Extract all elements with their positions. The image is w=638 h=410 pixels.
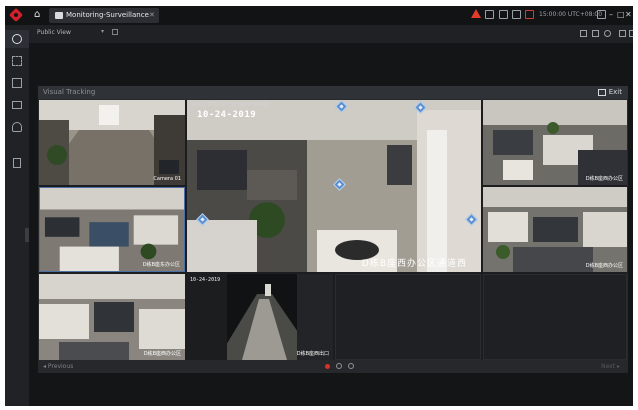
close-tab-icon[interactable]: ✕	[149, 10, 155, 21]
camera-osd: D栋B座西出口	[296, 351, 329, 357]
sidebar	[5, 25, 29, 406]
popout-icon[interactable]	[629, 30, 633, 37]
panel-title: Visual Tracking	[43, 88, 96, 96]
capture-icon[interactable]	[336, 363, 342, 369]
camera-grid: Camera 01 West Office Corridor West 10-2…	[39, 100, 627, 360]
person-icon	[12, 122, 22, 132]
camera-tile[interactable]: D栋B座西办公区	[39, 274, 185, 360]
task-icon[interactable]	[512, 10, 521, 19]
view-selector[interactable]: Public View	[37, 29, 71, 37]
camera-name: West Office Corridor West	[191, 101, 269, 108]
sidebar-item-device[interactable]	[5, 154, 29, 172]
visual-tracking-panel: Visual Tracking Exit Camera 01 West Offi…	[38, 86, 628, 373]
top-bar: ⌂ Monitoring-Surveillance ✕ 15:00:00 UTC…	[5, 6, 633, 25]
sidebar-item-person[interactable]	[5, 118, 29, 136]
screenshot-icon[interactable]	[592, 30, 599, 37]
next-label: Next	[601, 363, 616, 370]
camera-tile-selected[interactable]: D栋B座东办公区	[39, 187, 185, 272]
logo-icon[interactable]	[8, 7, 24, 23]
previous-button[interactable]: ◂ Previous	[43, 363, 73, 371]
exit-icon	[597, 88, 606, 96]
next-button[interactable]: Next ▸	[601, 363, 620, 371]
empty-camera-slot[interactable]	[335, 274, 481, 360]
lock-icon[interactable]	[597, 10, 606, 19]
sidebar-item-display[interactable]	[5, 96, 29, 114]
sidebar-item-monitoring[interactable]	[5, 30, 29, 48]
clock: 15:00:00 UTC+08:00	[539, 11, 603, 18]
camera-osd: D栋B座西办公区	[143, 351, 181, 357]
visual-tracking-footer: ◂ Previous Next ▸	[38, 360, 628, 373]
camera-timestamp: 10-24-2019	[197, 110, 257, 120]
empty-camera-slot[interactable]	[483, 274, 627, 360]
target-icon	[12, 56, 22, 66]
exit-button[interactable]: Exit	[597, 88, 622, 97]
camera-tile[interactable]: D栋B座西办公区	[483, 100, 627, 185]
camera-osd: D栋B座东办公区	[142, 262, 180, 268]
sidebar-item-layout[interactable]	[5, 74, 29, 92]
visual-tracking-header: Visual Tracking Exit	[38, 86, 628, 99]
window-division-icon[interactable]	[580, 30, 587, 37]
tab-monitoring-surveillance[interactable]: Monitoring-Surveillance ✕	[49, 8, 159, 23]
fullscreen-icon[interactable]	[619, 30, 626, 37]
live-view-area: Visual Tracking Exit Camera 01 West Offi…	[29, 43, 633, 406]
sidebar-item-target[interactable]	[5, 52, 29, 70]
tab-label: Monitoring-Surveillance	[66, 11, 149, 19]
camera-osd: Camera 01	[153, 176, 181, 182]
view-toolbar: Public View ▾	[29, 25, 633, 43]
camera-timestamp: 10-24-2019	[190, 277, 221, 283]
globe-icon	[12, 34, 22, 44]
close-icon[interactable]: ✕	[625, 9, 632, 20]
view-options-icon[interactable]	[112, 29, 118, 35]
minimize-icon[interactable]: –	[609, 9, 613, 20]
record-icon[interactable]	[325, 364, 330, 369]
notification-icon[interactable]	[485, 10, 494, 19]
record-icon[interactable]	[525, 10, 534, 19]
device-icon	[13, 158, 21, 168]
camera-osd: D栋B座西办公区通道西	[361, 259, 467, 269]
view-icon[interactable]	[348, 363, 354, 369]
settings-icon[interactable]	[604, 30, 611, 37]
camera-tile[interactable]: Camera 01	[39, 100, 185, 185]
alarm-icon[interactable]	[471, 9, 481, 19]
maximize-icon[interactable]: □	[617, 9, 625, 20]
layout-icon	[12, 78, 22, 88]
chevron-down-icon[interactable]: ▾	[101, 28, 104, 36]
home-icon[interactable]: ⌂	[34, 10, 40, 20]
app-window: ⌂ Monitoring-Surveillance ✕ 15:00:00 UTC…	[5, 6, 633, 406]
main-tracking-camera[interactable]: West Office Corridor West 10-24-2019 D栋B…	[187, 100, 481, 272]
previous-label: Previous	[47, 363, 74, 370]
camera-tile[interactable]: 10-24-2019 D栋B座西出口	[187, 274, 333, 360]
exit-label: Exit	[608, 88, 622, 96]
download-icon[interactable]	[499, 10, 508, 19]
camera-osd: D栋B座西办公区	[585, 263, 623, 269]
camera-tile[interactable]: D栋B座西办公区	[483, 187, 627, 272]
monitor-icon	[55, 12, 63, 19]
monitor-icon	[12, 101, 22, 109]
camera-osd: D栋B座西办公区	[585, 176, 623, 182]
